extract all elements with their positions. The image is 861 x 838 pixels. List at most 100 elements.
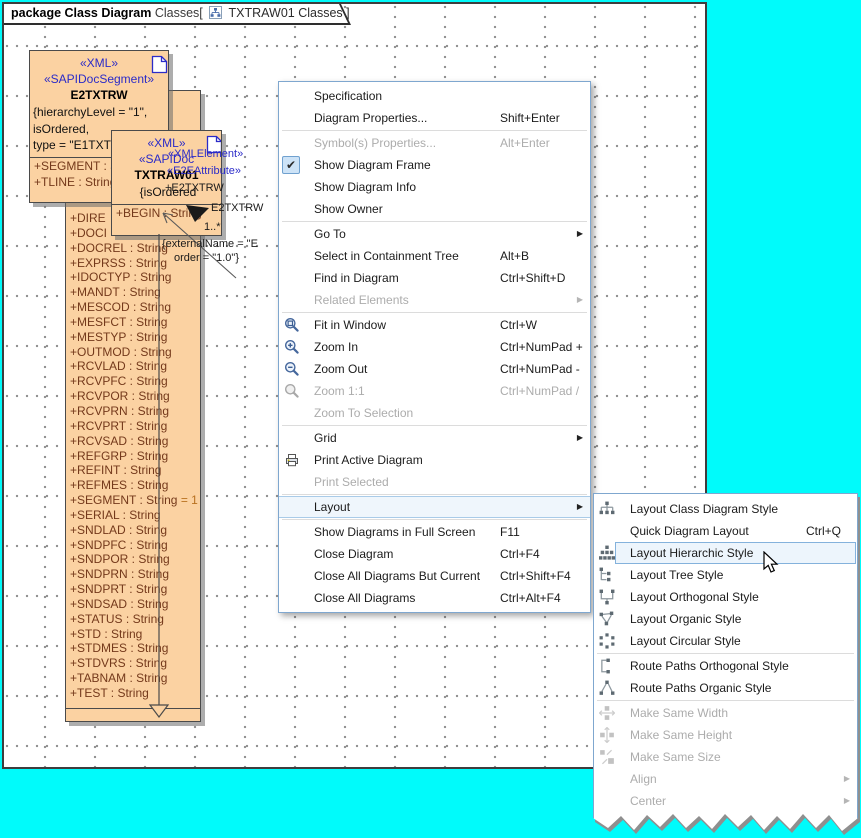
- menu-item-label: Fit in Window: [314, 314, 386, 336]
- attribute-default-value: = 1: [177, 493, 197, 507]
- menu-item-shortcut: Ctrl+Shift+F4: [500, 565, 571, 587]
- mouse-cursor: [763, 551, 783, 574]
- class-attribute: +BEGIN : String: [112, 205, 221, 221]
- context-menu: SpecificationDiagram Properties... Shift+…: [278, 81, 591, 613]
- menu-item-shortcut: Ctrl+Shift+D: [500, 267, 565, 289]
- menu-separator: [282, 221, 587, 222]
- menu-item-label: Specification: [314, 85, 382, 107]
- bottom-compartment-line: [66, 708, 200, 709]
- class-attribute: +RCVSAD : String: [70, 434, 200, 449]
- stereotype: «XML»: [30, 55, 168, 71]
- frame-diagram-name: TXTRAW01 Classes ]: [229, 6, 350, 20]
- layout-orthogonal-icon: [599, 589, 615, 605]
- class-diagram-icon: [209, 6, 222, 22]
- layout-tree-icon: [599, 567, 615, 583]
- zoom-out-icon: [284, 361, 300, 377]
- menu-item-shortcut: Shift+Enter: [500, 107, 560, 129]
- frame-tab-text: package Class Diagram Classes[ TXTRAW01 …: [11, 6, 350, 22]
- menu-separator: [282, 519, 587, 520]
- menu-item-layout-hierarchic-style[interactable]: Layout Hierarchic Style: [594, 542, 857, 564]
- menu-separator: [282, 494, 587, 495]
- menu-item-related-elements: Related Elements▶: [279, 289, 590, 311]
- menu-item-print-active-diagram[interactable]: Print Active Diagram: [279, 449, 590, 471]
- menu-item-layout-organic-style[interactable]: Layout Organic Style: [594, 608, 857, 630]
- menu-item-diagram-properties[interactable]: Diagram Properties... Shift+Enter: [279, 107, 590, 129]
- class-attribute: +TEST : String: [70, 686, 200, 701]
- menu-item-layout-circular-style[interactable]: Layout Circular Style: [594, 630, 857, 652]
- make-same-width-icon: [599, 705, 615, 721]
- label-xmlelement: «XMLElement»: [168, 148, 243, 160]
- frame-context: Classes[: [155, 6, 203, 20]
- class-attribute: +OUTMOD : String: [70, 345, 200, 360]
- menu-item-select-in-containment-tree[interactable]: Select in Containment TreeAlt+B: [279, 245, 590, 267]
- menu-item-label: Make Same Size: [630, 746, 721, 768]
- screenshot-root: package Class Diagram Classes[ TXTRAW01 …: [0, 0, 861, 838]
- menu-item-fit-in-window[interactable]: Fit in Window Ctrl+W: [279, 314, 590, 336]
- menu-item-label: Show Diagram Info: [314, 176, 416, 198]
- menu-item-label: Make Same Height: [630, 724, 732, 746]
- menu-item-label: Diagram Properties...: [314, 107, 427, 129]
- menu-item-layout-class-diagram-style[interactable]: Layout Class Diagram Style: [594, 498, 857, 520]
- layout-class-diagram-icon: [599, 501, 615, 517]
- label-role-plus: +E2TXTRW: [165, 182, 224, 194]
- menu-item-shortcut: F11: [500, 521, 520, 543]
- class-attribute: +RCVLAD : String: [70, 359, 200, 374]
- menu-item-label: Zoom 1:1: [314, 380, 365, 402]
- menu-item-print-selected: Print Selected: [279, 471, 590, 493]
- menu-item-label: Print Selected: [314, 471, 389, 493]
- menu-item-shortcut: Ctrl+Q: [806, 520, 841, 542]
- class-attribute: +SNDPOR : String: [70, 552, 200, 567]
- submenu-arrow-icon: ▶: [844, 768, 850, 790]
- menu-item-align: Align▶: [594, 768, 857, 790]
- menu-item-label: Close All Diagrams: [314, 587, 415, 609]
- class-attribute: +STD : String: [70, 627, 200, 642]
- menu-item-layout[interactable]: Layout▶: [279, 496, 590, 518]
- menu-item-zoom-out[interactable]: Zoom OutCtrl+NumPad -: [279, 358, 590, 380]
- menu-item-close-all-diagrams-but-current[interactable]: Close All Diagrams But CurrentCtrl+Shift…: [279, 565, 590, 587]
- menu-item-make-same-size: Make Same Size: [594, 746, 857, 768]
- menu-item-shortcut: Ctrl+NumPad -: [500, 358, 580, 380]
- diagram-frame-tab[interactable]: package Class Diagram Classes[ TXTRAW01 …: [4, 4, 356, 25]
- checkmark-icon: ✔: [282, 156, 300, 174]
- menu-item-shortcut: Ctrl+NumPad +: [500, 336, 583, 358]
- fit-window-icon: [284, 317, 300, 333]
- menu-item-shortcut: Ctrl+W: [500, 314, 537, 336]
- frame-keyword-title: package Class Diagram: [11, 6, 151, 20]
- class-attribute: +RCVPRT : String: [70, 419, 200, 434]
- menu-item-label: Show Diagram Frame: [314, 154, 431, 176]
- label-role: E2TXTRW: [211, 202, 263, 214]
- route-orthogonal-icon: [599, 658, 615, 674]
- menu-item-layout-orthogonal-style[interactable]: Layout Orthogonal Style: [594, 586, 857, 608]
- menu-item-route-paths-organic-style[interactable]: Route Paths Organic Style: [594, 677, 857, 699]
- menu-item-show-diagrams-in-full-screen[interactable]: Show Diagrams in Full ScreenF11: [279, 521, 590, 543]
- menu-item-specification[interactable]: Specification: [279, 85, 590, 107]
- layout-circular-icon: [599, 633, 615, 649]
- menu-item-route-paths-orthogonal-style[interactable]: Route Paths Orthogonal Style: [594, 655, 857, 677]
- menu-item-label: Make Same Width: [630, 702, 728, 724]
- zoom-1-1-icon: [284, 383, 300, 399]
- menu-item-layout-tree-style[interactable]: Layout Tree Style: [594, 564, 857, 586]
- menu-item-label: Print Active Diagram: [314, 449, 423, 471]
- menu-item-label: Layout: [314, 497, 350, 517]
- layout-submenu: Layout Class Diagram StyleQuick Diagram …: [593, 493, 858, 838]
- label-tagged-value-2: order = "1.0"}: [174, 252, 239, 264]
- menu-item-shortcut: Ctrl+Alt+F4: [500, 587, 561, 609]
- layout-hierarchic-icon: [599, 545, 615, 561]
- menu-item-center: Center▶: [594, 790, 857, 812]
- label-multiplicity: 1..*: [204, 221, 221, 233]
- documentation-note-icon: [151, 55, 168, 77]
- menu-item-show-diagram-info[interactable]: Show Diagram Info: [279, 176, 590, 198]
- menu-item-show-owner[interactable]: Show Owner: [279, 198, 590, 220]
- menu-item-grid[interactable]: Grid▶: [279, 427, 590, 449]
- menu-item-label: Related Elements: [314, 289, 409, 311]
- menu-item-show-diagram-frame[interactable]: ✔ Show Diagram Frame: [279, 154, 590, 176]
- class-attribute: +STATUS : String: [70, 612, 200, 627]
- class-attribute: +SNDPRT : String: [70, 582, 200, 597]
- menu-item-close-diagram[interactable]: Close DiagramCtrl+F4: [279, 543, 590, 565]
- menu-separator: [597, 653, 854, 654]
- menu-item-zoom-in[interactable]: Zoom InCtrl+NumPad +: [279, 336, 590, 358]
- menu-item-go-to[interactable]: Go To▶: [279, 223, 590, 245]
- menu-item-quick-diagram-layout[interactable]: Quick Diagram LayoutCtrl+Q: [594, 520, 857, 542]
- menu-item-close-all-diagrams[interactable]: Close All Diagrams Ctrl+Alt+F4: [279, 587, 590, 609]
- menu-item-find-in-diagram[interactable]: Find in DiagramCtrl+Shift+D: [279, 267, 590, 289]
